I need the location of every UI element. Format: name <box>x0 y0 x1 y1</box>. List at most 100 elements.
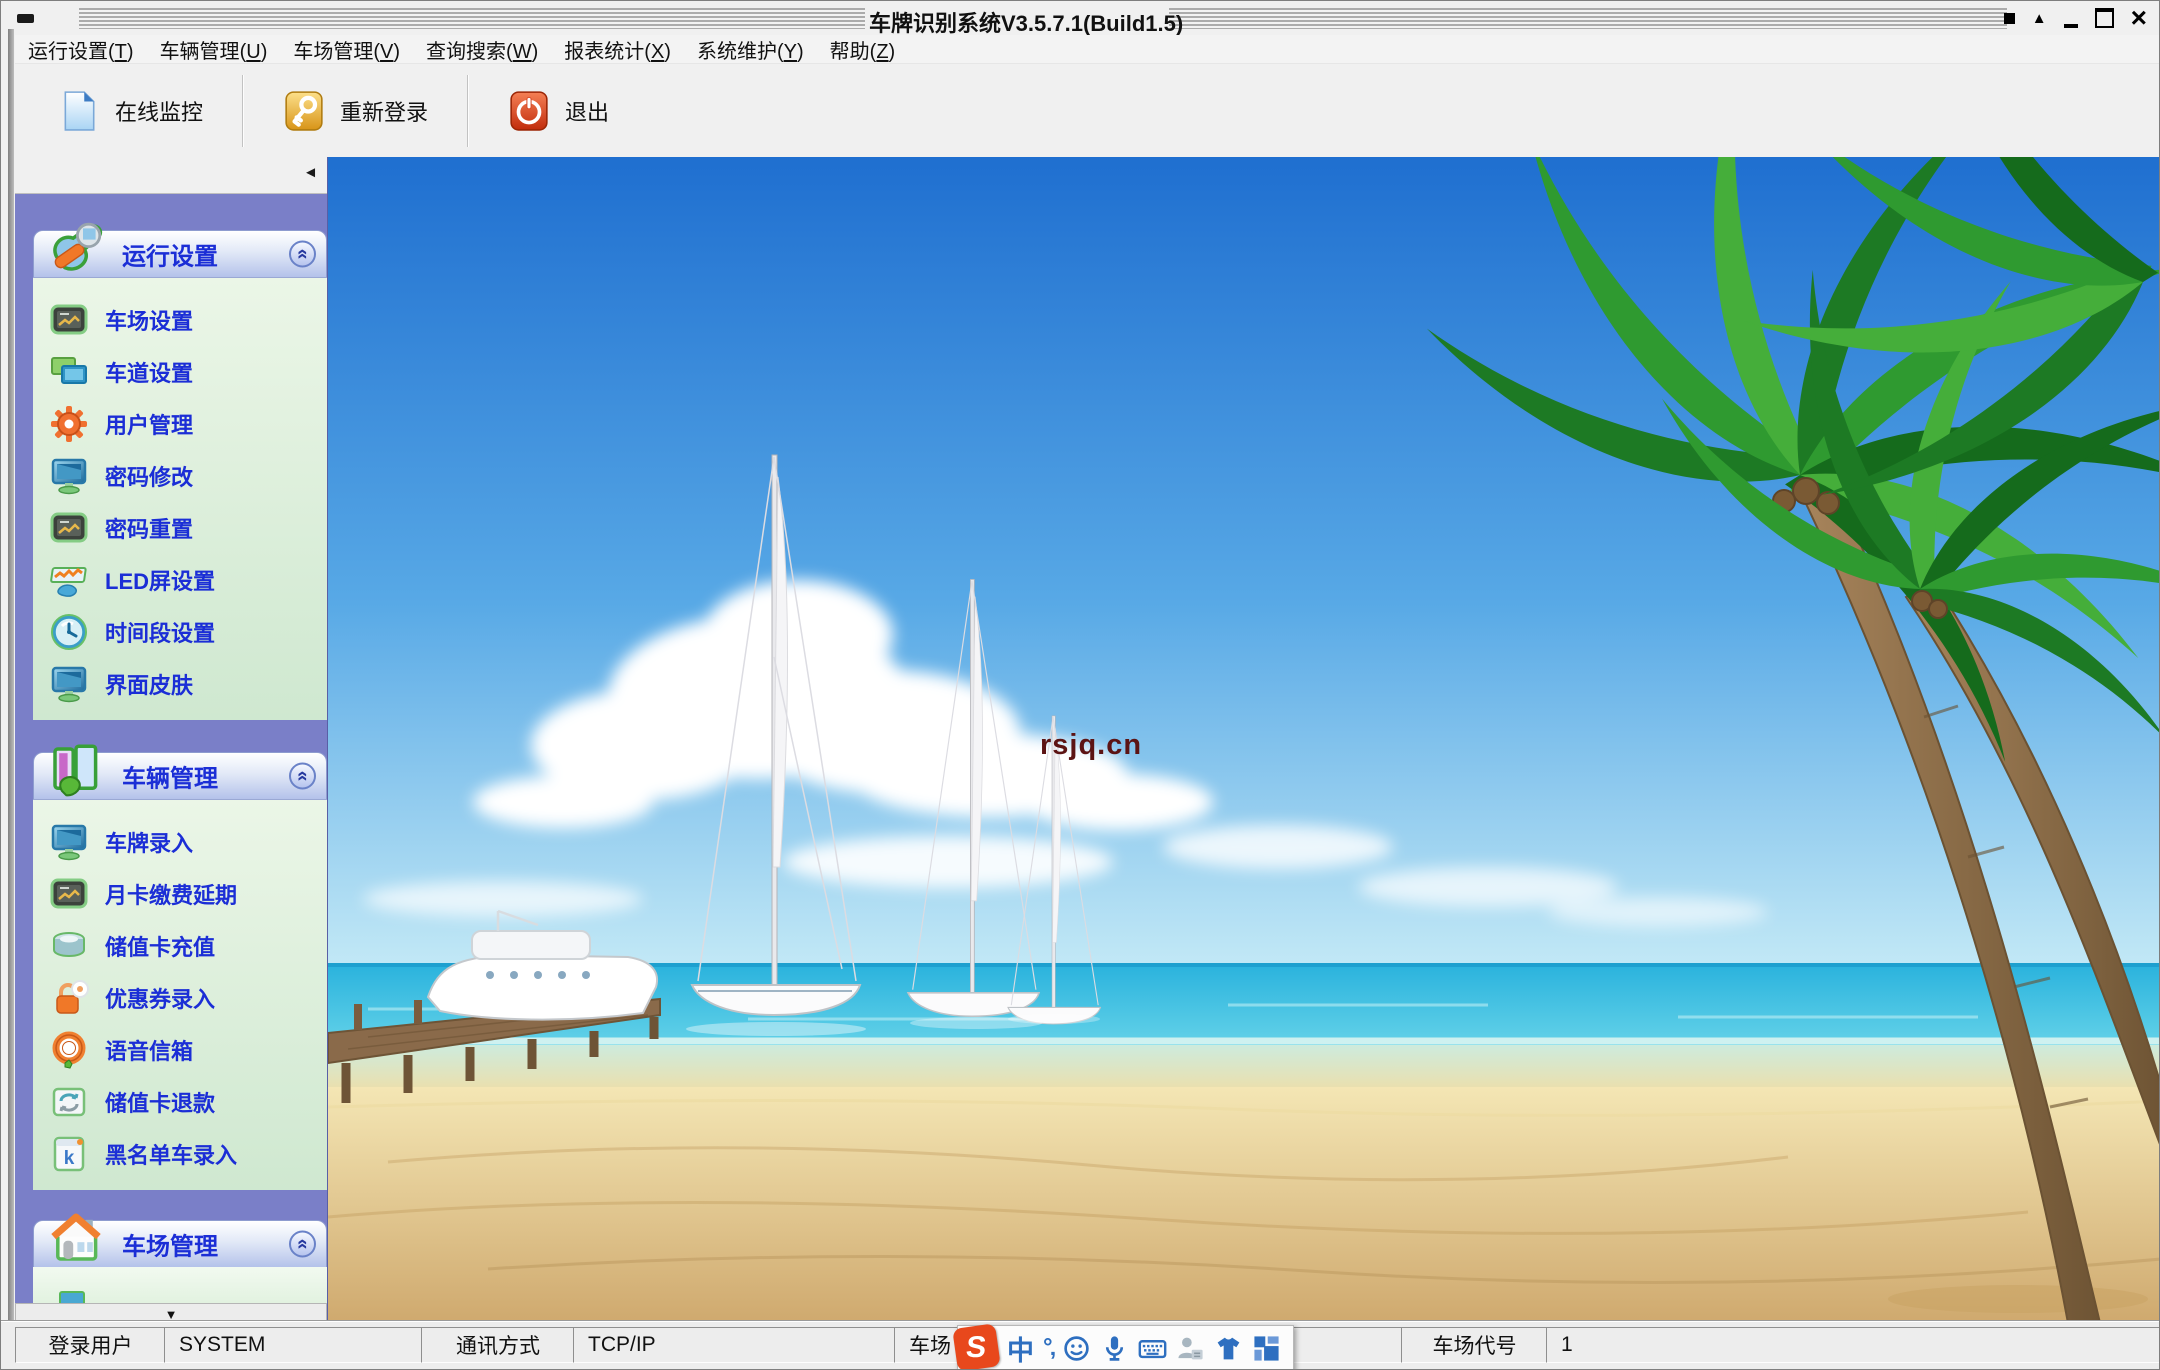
comm-mode-label: 通讯方式 <box>421 1327 575 1363</box>
skin-icon[interactable] <box>1214 1334 1243 1363</box>
menu-item-Z[interactable]: 帮助(Z) <box>817 35 909 64</box>
toolbar-button-2[interactable]: 重新登录 <box>256 81 455 141</box>
clock-icon <box>49 612 89 652</box>
paren: ) <box>797 41 804 63</box>
emoticon-icon[interactable] <box>1062 1334 1091 1363</box>
sidebar-sections: 运行设置«车场设置车道设置用户管理密码修改密码重置LED屏设置时间段设置界面皮肤… <box>15 230 327 1323</box>
keyboard-icon[interactable] <box>1138 1334 1167 1363</box>
house-icon <box>48 1210 104 1266</box>
maximize-button[interactable] <box>2095 8 2114 28</box>
sidebar-item[interactable]: 时间段设置 <box>33 606 327 658</box>
minimize-button[interactable] <box>2064 9 2078 28</box>
key-icon <box>283 90 325 132</box>
lot-code-value-text: 1 <box>1561 1333 1573 1357</box>
menu-mnemonic: X <box>651 41 664 63</box>
sidebar-item[interactable]: 储值卡退款 <box>33 1076 327 1128</box>
tools-icon <box>48 220 104 276</box>
menu-item-T[interactable]: 运行设置(T) <box>15 35 147 64</box>
ime-punctuation-button[interactable]: °‚ <box>1043 1334 1053 1362</box>
sidebar-item-label: 优惠券录入 <box>105 982 215 1014</box>
titlebar-gripper-left[interactable] <box>79 8 865 29</box>
login-user-value-text: SYSTEM <box>179 1333 265 1357</box>
system-menu-icon[interactable] <box>17 14 34 23</box>
ime-chinese-mode-button[interactable]: 中 <box>1007 1329 1034 1368</box>
sidebar-item[interactable]: 黑名单车录入 <box>33 1128 327 1180</box>
window-controls: ▲ × <box>2004 1 2147 35</box>
sidebar-item[interactable]: LED屏设置 <box>33 554 327 606</box>
menu-item-Y[interactable]: 系统维护(Y) <box>684 35 817 64</box>
menu-bar: 运行设置(T)车辆管理(U)车场管理(V)查询搜索(W)报表统计(X)系统维护(… <box>15 35 2159 63</box>
collapse-section-button[interactable]: « <box>289 241 316 268</box>
title-bar: 车牌识别系统V3.5.7.1(Build1.5) ▲ × <box>1 1 2159 35</box>
menu-item-V[interactable]: 车场管理(V) <box>280 35 413 64</box>
pin-button[interactable] <box>2004 13 2015 24</box>
sidebar-item[interactable]: 月卡缴费延期 <box>33 868 327 920</box>
sidebar-item[interactable]: 用户管理 <box>33 398 327 450</box>
sidebar-section-header-1[interactable]: 运行设置« <box>33 230 327 277</box>
sidebar-item-label: 密码修改 <box>105 460 193 492</box>
collapse-left-icon[interactable]: ◄ <box>303 165 318 180</box>
menu-item-label: 查询搜索 <box>426 41 506 63</box>
collapse-section-button[interactable]: « <box>289 763 316 790</box>
chevron-up-icon: « <box>293 1239 312 1250</box>
sidebar-item[interactable]: 界面皮肤 <box>33 658 327 710</box>
power-icon <box>508 90 550 132</box>
sidebar-item[interactable]: 优惠券录入 <box>33 972 327 1024</box>
shade-button[interactable]: ▲ <box>2032 11 2047 26</box>
sidebar-item-label: 储值卡退款 <box>105 1086 215 1118</box>
books-icon <box>48 742 104 798</box>
sidebar-item[interactable]: 车场设置 <box>33 294 327 346</box>
collapse-section-button[interactable]: « <box>289 1231 316 1258</box>
refund-icon <box>49 1082 89 1122</box>
sidebar-section-header-3[interactable]: 车场管理« <box>33 1220 327 1267</box>
chevron-up-icon: « <box>293 249 312 260</box>
menu-mnemonic: Z <box>876 41 888 63</box>
sidebar-item-label: 用户管理 <box>105 408 193 440</box>
sidebar-item[interactable]: 语音信箱 <box>33 1024 327 1076</box>
sidebar-item-label: 车道设置 <box>105 356 193 388</box>
menu-item-X[interactable]: 报表统计(X) <box>551 35 684 64</box>
sidebar-section-header-2[interactable]: 车辆管理 « <box>33 752 327 799</box>
microphone-icon[interactable] <box>1100 1334 1129 1363</box>
comm-mode-label-text: 通讯方式 <box>456 1330 540 1360</box>
toolbox-icon[interactable] <box>1252 1334 1281 1363</box>
sidebar-item[interactable]: 密码重置 <box>33 502 327 554</box>
toolbar-separator <box>242 75 244 147</box>
menu-item-U[interactable]: 车辆管理(U) <box>147 35 281 64</box>
toolbar-button-3[interactable]: 退出 <box>481 81 636 141</box>
lot-code-label-text: 车场代号 <box>1433 1330 1517 1360</box>
sidebar-item[interactable]: 储值卡充值 <box>33 920 327 972</box>
screen-dark-icon <box>49 874 89 914</box>
toolbar-button-label: 重新登录 <box>340 95 428 127</box>
sidebar-section-title: 车辆管理 <box>122 759 218 794</box>
paren: ( <box>777 41 784 63</box>
titlebar-gripper-right[interactable] <box>1169 8 2007 29</box>
sidebar: ◄ 运行设置«车场设置车道设置用户管理密码修改密码重置LED屏设置时间段设置界面… <box>15 157 328 1323</box>
menu-mnemonic: Y <box>784 41 797 63</box>
sidebar-item[interactable]: 密码修改 <box>33 450 327 502</box>
close-button[interactable]: × <box>2131 7 2147 29</box>
login-user-label: 登录用户 <box>15 1327 166 1363</box>
screen-dark-icon <box>49 508 89 548</box>
sidebar-item-label: 车场设置 <box>105 304 193 336</box>
sidebar-section-panel-1: 车场设置车道设置用户管理密码修改密码重置LED屏设置时间段设置界面皮肤 <box>33 277 327 720</box>
menu-item-W[interactable]: 查询搜索(W) <box>413 35 551 64</box>
menu-mnemonic: V <box>380 41 393 63</box>
sidebar-collapse-strip[interactable]: ◄ <box>15 157 327 194</box>
sidebar-section-panel-clipped <box>33 1267 327 1303</box>
menu-mnemonic: W <box>513 41 532 63</box>
sidebar-item[interactable]: 车道设置 <box>33 346 327 398</box>
sidebar-section-panel-2: 车牌录入月卡缴费延期储值卡充值优惠券录入语音信箱储值卡退款黑名单车录入 <box>33 799 327 1190</box>
sogou-input-bar: S 中 °‚ <box>957 1325 1294 1370</box>
gear-icon <box>49 404 89 444</box>
sogou-logo-icon[interactable]: S <box>952 1323 1001 1370</box>
application-window: 车牌识别系统V3.5.7.1(Build1.5) ▲ × 运行设置(T)车辆管理… <box>0 0 2160 1370</box>
chevron-up-icon: « <box>293 771 312 782</box>
monitor-blue-icon <box>49 822 89 862</box>
sidebar-item[interactable]: 车牌录入 <box>33 816 327 868</box>
toolbar-button-1[interactable]: 在线监控 <box>31 81 230 141</box>
toolbar-separator <box>467 75 469 147</box>
menu-item-label: 系统维护 <box>697 41 777 63</box>
sidebar-item-label: 界面皮肤 <box>105 668 193 700</box>
dictionary-icon[interactable] <box>1176 1334 1205 1363</box>
